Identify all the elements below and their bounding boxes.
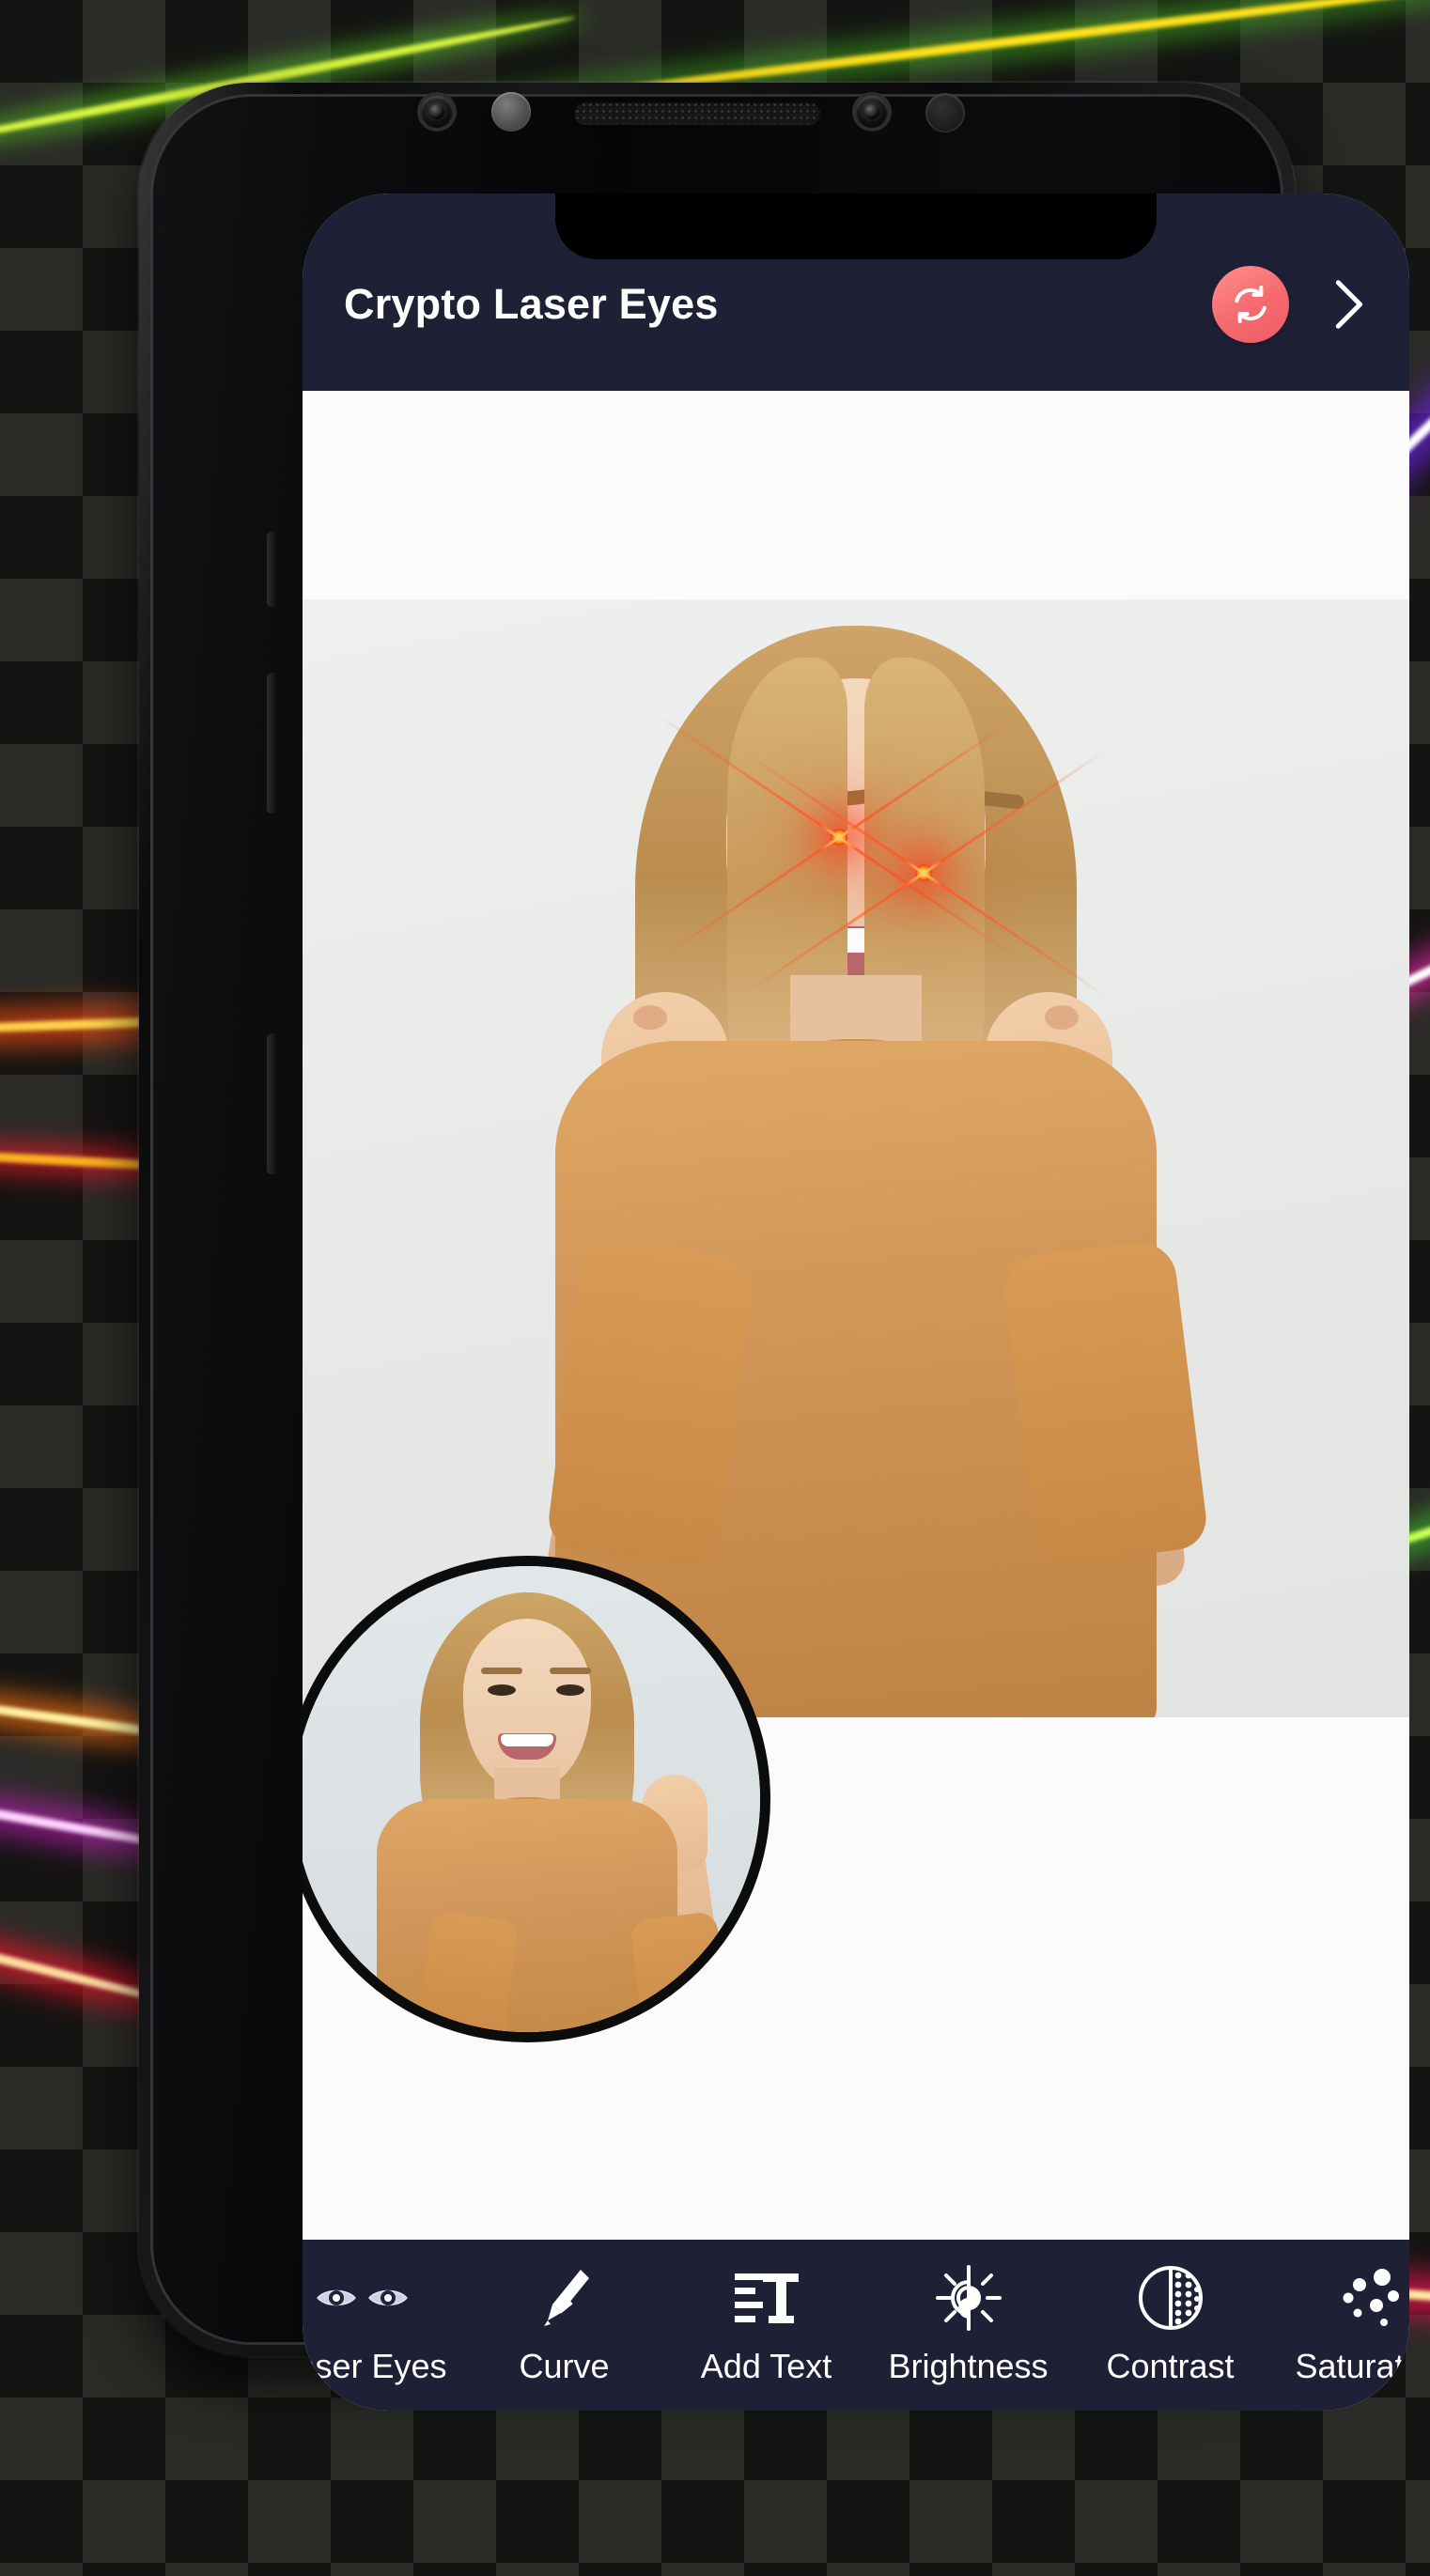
chevron-right-icon <box>1335 280 1363 329</box>
phone-mockup-frame: Crypto Laser Eyes aser Eyes Curve Add Te… <box>139 83 1409 2411</box>
pen-curve-icon <box>535 2260 595 2335</box>
preview-image <box>303 1566 760 2032</box>
tool-contrast[interactable]: Contrast <box>1069 2240 1271 2411</box>
tool-label: Saturation <box>1295 2347 1409 2385</box>
add-text-icon <box>733 2260 800 2335</box>
screen-notch <box>555 194 1157 259</box>
preview-sleeve-left <box>415 1910 519 2032</box>
tool-curve[interactable]: Curve <box>463 2240 665 2411</box>
preview-brow-right <box>550 1668 591 1674</box>
tool-label: Contrast <box>1106 2347 1235 2385</box>
next-button[interactable] <box>1317 265 1377 344</box>
tool-label: Curve <box>519 2347 610 2385</box>
laser-eye-left[interactable] <box>831 829 847 846</box>
tool-laser-eyes[interactable]: Laser Eyes <box>303 2240 463 2411</box>
tool-label: Laser Eyes <box>303 2347 447 2385</box>
phone-screen: Crypto Laser Eyes aser Eyes Curve Add Te… <box>303 194 1409 2411</box>
refresh-button[interactable] <box>1212 266 1289 343</box>
contrast-circle-icon <box>1137 2260 1205 2335</box>
refresh-icon <box>1235 285 1267 324</box>
editor-toolbar: Laser Eyes Curve <box>303 2240 1409 2411</box>
tool-brightness[interactable]: Brightness <box>867 2240 1069 2411</box>
toolbar-scroll-container[interactable]: Laser Eyes Curve <box>303 2240 1409 2411</box>
subject-thumbtip-left <box>633 1005 667 1030</box>
preview-sleeve-right <box>630 1910 733 2032</box>
sun-glyph <box>935 2265 1002 2331</box>
front-camera-secondary-icon <box>856 96 888 128</box>
earpiece-speaker-icon <box>574 101 820 124</box>
phone-button-silent[interactable] <box>267 532 278 607</box>
eye-left-glyph <box>317 2289 356 2306</box>
phone-button-volume-up[interactable] <box>267 673 278 814</box>
saturation-dots-icon <box>1339 2260 1407 2335</box>
subject-thumbtip-right <box>1045 1005 1079 1030</box>
dots-glyph <box>1343 2269 1399 2326</box>
pen-glyph <box>543 2270 589 2326</box>
tool-label: Brightness <box>888 2347 1049 2385</box>
contrast-glyph <box>1138 2266 1203 2330</box>
laser-eyes-icon <box>316 2260 409 2335</box>
tool-label: Add Text <box>700 2347 832 2385</box>
editor-canvas[interactable] <box>303 391 1409 2240</box>
ambient-light-sensor-icon <box>926 94 964 132</box>
preview-eye-left <box>488 1684 516 1696</box>
phone-button-volume-down[interactable] <box>267 1033 278 1174</box>
phone-top-bezel <box>139 83 1295 147</box>
laser-eye-right[interactable] <box>915 864 932 881</box>
preview-face <box>463 1619 591 1790</box>
tool-add-text[interactable]: Add Text <box>665 2240 867 2411</box>
original-photo-preview[interactable] <box>303 1556 770 2042</box>
edited-photo[interactable] <box>303 599 1409 1717</box>
brightness-sun-icon <box>935 2260 1002 2335</box>
tool-saturation[interactable]: Saturation <box>1271 2240 1409 2411</box>
preview-eye-right <box>556 1684 584 1696</box>
preview-brow-left <box>481 1668 522 1674</box>
page-title: Crypto Laser Eyes <box>344 280 719 328</box>
proximity-sensor-icon <box>491 92 531 132</box>
text-glyph <box>734 2273 799 2323</box>
eye-right-glyph <box>368 2289 408 2306</box>
front-camera-icon <box>421 96 453 128</box>
